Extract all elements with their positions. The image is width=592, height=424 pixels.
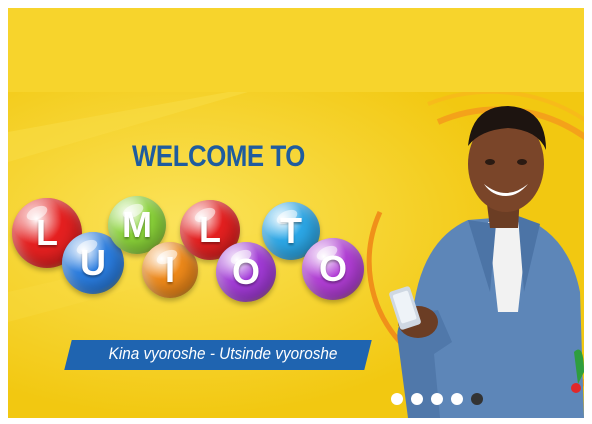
banner-frame: WELCOME TO L U M I L O T O Kina vyoroshe… xyxy=(8,8,584,418)
logo-ball: O xyxy=(302,238,364,300)
logo-letter: T xyxy=(280,210,302,251)
page: WELCOME TO L U M I L O T O Kina vyoroshe… xyxy=(0,0,592,424)
smiling-man-with-phone-image xyxy=(389,106,584,418)
carousel-dots xyxy=(391,393,483,405)
logo-letter: M xyxy=(122,204,152,245)
carousel-dot[interactable] xyxy=(411,393,423,405)
carousel-dot[interactable] xyxy=(391,393,403,405)
logo-letter: O xyxy=(231,251,260,292)
top-color-band xyxy=(8,8,584,92)
tagline-text: Kina vyoroshe - Utsinde vyoroshe xyxy=(108,344,338,363)
logo-ball: O xyxy=(216,242,276,302)
carousel-dot[interactable] xyxy=(451,393,463,405)
logo-letter: L xyxy=(36,212,58,253)
welcome-heading: WELCOME TO xyxy=(132,140,305,173)
logo-letter: I xyxy=(164,249,175,290)
carousel-dot-active[interactable] xyxy=(471,393,483,405)
lumiloto-logo: L U M I L O T O xyxy=(8,188,378,318)
logo-letter: L xyxy=(199,209,221,250)
logo-letter: U xyxy=(80,242,106,283)
hero-banner[interactable]: WELCOME TO L U M I L O T O Kina vyoroshe… xyxy=(8,92,584,418)
carousel-dot[interactable] xyxy=(431,393,443,405)
logo-letter: O xyxy=(318,248,347,289)
